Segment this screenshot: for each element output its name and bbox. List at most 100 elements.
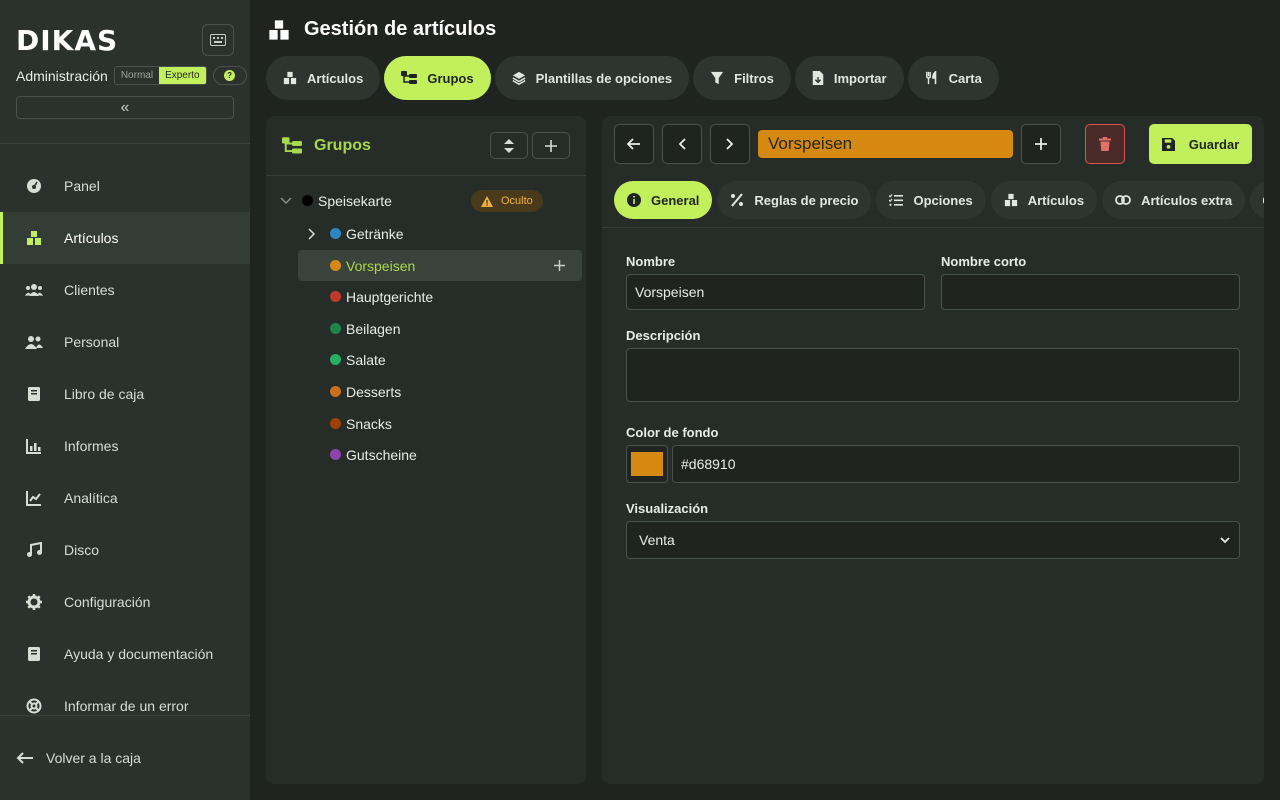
tree-node-label: Speisekarte	[318, 192, 392, 209]
hidden-badge: Oculto	[471, 190, 543, 212]
tree-node-snacks[interactable]: Snacks	[330, 408, 392, 439]
keyboard-button[interactable]	[202, 24, 234, 56]
bar-chart-icon	[24, 436, 44, 456]
main-tabs: Artículos Grupos Plantillas de opciones …	[266, 56, 999, 100]
color-hex-input[interactable]: #d68910	[672, 445, 1240, 483]
editor-tabs: General Reglas de precio Opciones Artícu…	[614, 181, 1264, 219]
sidebar-item-panel[interactable]: Panel	[0, 160, 250, 212]
sidebar-item-analitica[interactable]: Analítica	[0, 472, 250, 524]
sidebar-item-libro-de-caja[interactable]: Libro de caja	[0, 368, 250, 420]
tree-node-root[interactable]: Speisekarte	[280, 185, 392, 216]
sidebar-item-label: Personal	[64, 334, 120, 350]
arrow-left-icon	[627, 138, 640, 150]
add-group-button[interactable]	[532, 132, 570, 159]
boxes-icon	[268, 19, 290, 41]
mode-expert[interactable]: Experto	[159, 67, 206, 84]
tab-importar[interactable]: Importar	[794, 56, 904, 100]
tree-node-getranke[interactable]: Getränke	[308, 218, 404, 249]
warning-icon	[481, 195, 493, 207]
percent-icon	[730, 193, 744, 207]
sidebar-nav: Panel Artículos Clientes Personal Libro …	[0, 160, 250, 732]
filter-icon	[710, 71, 724, 85]
tab-label: Artículos	[1027, 192, 1085, 208]
boxes-icon	[24, 228, 44, 248]
line-chart-icon	[24, 488, 44, 508]
plus-icon	[1035, 138, 1047, 150]
add-subgroup-button[interactable]	[554, 250, 565, 281]
sidebar-item-personal[interactable]: Personal	[0, 316, 250, 368]
color-dot	[302, 195, 313, 206]
mode-normal[interactable]: Normal	[115, 67, 159, 84]
book-icon	[24, 384, 44, 404]
add-button[interactable]	[1021, 124, 1061, 164]
chevron-right-icon	[726, 138, 734, 150]
sidebar-item-ayuda[interactable]: Ayuda y documentación	[0, 628, 250, 680]
help-button[interactable]: ?	[212, 66, 247, 85]
plus-icon	[554, 260, 565, 271]
users-icon	[24, 280, 44, 300]
sort-button[interactable]	[490, 132, 528, 159]
tab-general[interactable]: General	[614, 181, 713, 219]
background-color-label: Color de fondo	[626, 425, 719, 440]
book-icon	[24, 644, 44, 664]
sidebar-item-clientes[interactable]: Clientes	[0, 264, 250, 316]
sidebar-divider	[0, 715, 250, 716]
tree-node-gutscheine[interactable]: Gutscheine	[330, 439, 417, 470]
sidebar-item-informes[interactable]: Informes	[0, 420, 250, 472]
delete-button[interactable]	[1085, 124, 1125, 164]
sidebar-item-informar-error[interactable]: Informar de un error	[0, 680, 250, 732]
name-input[interactable]	[626, 274, 925, 310]
tab-label: Importar	[833, 70, 887, 86]
sidebar-item-articulos[interactable]: Artículos	[0, 212, 250, 264]
tab-carta[interactable]: Carta	[907, 56, 999, 100]
info-icon	[627, 193, 641, 207]
tree-node-vorspeisen-row[interactable]: Vorspeisen	[330, 250, 415, 281]
tab-filtros[interactable]: Filtros	[693, 56, 791, 100]
back-button[interactable]	[614, 124, 654, 164]
gear-icon	[24, 592, 44, 612]
previous-button[interactable]	[662, 124, 702, 164]
tab-opciones[interactable]: Opciones	[876, 181, 986, 219]
sidebar-item-configuracion[interactable]: Configuración	[0, 576, 250, 628]
plus-icon	[545, 139, 557, 152]
tree-node-label: Gutscheine	[346, 446, 417, 463]
short-name-input[interactable]	[941, 274, 1240, 310]
tab-articulos-sub[interactable]: Artículos	[990, 181, 1098, 219]
tree-node-hauptgerichte[interactable]: Hauptgerichte	[330, 281, 433, 312]
display-select-value: Venta	[639, 532, 675, 548]
color-picker[interactable]	[626, 445, 668, 483]
list-check-icon	[889, 194, 904, 206]
tab-impresion[interactable]	[1250, 181, 1264, 219]
chevron-left-icon	[678, 138, 686, 150]
description-textarea[interactable]	[626, 348, 1240, 402]
tab-grupos[interactable]: Grupos	[384, 56, 491, 100]
sidebar-item-label: Configuración	[64, 594, 151, 610]
tab-reglas-precio[interactable]: Reglas de precio	[717, 181, 872, 219]
sidebar-item-label: Disco	[64, 542, 100, 558]
page-title: Gestión de artículos	[304, 18, 497, 40]
color-dot	[330, 323, 341, 334]
display-select[interactable]: Venta	[626, 521, 1240, 559]
chevron-down-icon	[1220, 537, 1230, 544]
dikas-logo: DIKAS	[16, 24, 119, 57]
save-button[interactable]: Guardar	[1149, 124, 1252, 164]
tab-articulos[interactable]: Artículos	[266, 56, 381, 100]
next-button[interactable]	[710, 124, 750, 164]
tree-node-beilagen[interactable]: Beilagen	[330, 313, 401, 344]
back-to-pos-link[interactable]: Volver a la caja	[16, 750, 141, 766]
tab-plantillas[interactable]: Plantillas de opciones	[494, 56, 690, 100]
chevron-down-icon	[280, 197, 292, 204]
tab-label: Opciones	[913, 192, 973, 208]
sidebar-item-disco[interactable]: Disco	[0, 524, 250, 576]
mode-toggle[interactable]: Normal Experto	[113, 66, 207, 85]
collapse-sidebar-button[interactable]: «	[16, 96, 234, 119]
group-name-display: Vorspeisen	[758, 130, 1013, 158]
boxes-icon	[283, 71, 297, 85]
sort-icon	[504, 138, 514, 153]
tree-node-salate[interactable]: Salate	[330, 344, 386, 375]
tree-node-label: Beilagen	[346, 320, 401, 337]
color-dot	[330, 291, 341, 302]
tree-node-desserts[interactable]: Desserts	[330, 376, 401, 407]
tab-articulos-extra[interactable]: Artículos extra	[1102, 181, 1246, 219]
music-icon	[24, 540, 44, 560]
